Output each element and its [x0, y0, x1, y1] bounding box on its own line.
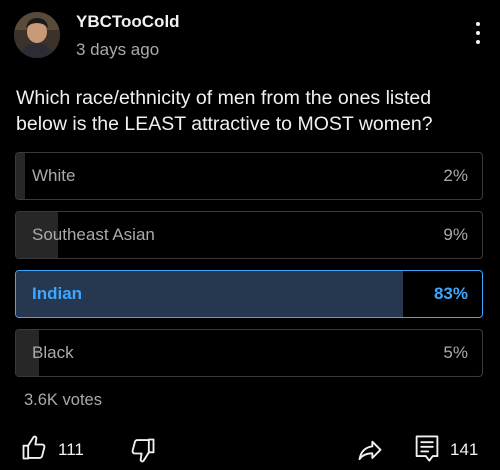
poll-option-white[interactable]: White 2%	[15, 152, 483, 200]
poll-question: Which race/ethnicity of men from the one…	[16, 87, 433, 135]
thumbs-up-icon[interactable]	[20, 434, 48, 462]
poll-option-percent: 9%	[443, 225, 468, 244]
thumbs-down-icon[interactable]	[129, 436, 157, 464]
poll-option-label: Indian	[32, 284, 83, 303]
avatar[interactable]	[14, 12, 60, 58]
vote-count: 3.6K votes	[24, 391, 102, 409]
poll-option-bar	[16, 153, 26, 199]
post-timestamp: 3 days ago	[76, 40, 160, 59]
like-count: 111	[58, 440, 84, 459]
comment-count: 141	[450, 440, 479, 459]
poll-option-label: White	[32, 166, 76, 185]
share-icon[interactable]	[356, 437, 384, 465]
post-author[interactable]: YBCTooCold	[76, 12, 180, 32]
poll-option-southeast-asian[interactable]: Southeast Asian 9%	[15, 211, 483, 259]
poll-option-label: Southeast Asian	[32, 225, 155, 244]
comment-icon[interactable]	[413, 433, 441, 463]
more-vert-icon[interactable]	[470, 18, 486, 48]
post-header: YBCTooCold 3 days ago	[14, 10, 486, 60]
poll-option-label: Black	[32, 343, 74, 362]
poll-option-percent: 5%	[443, 343, 468, 362]
poll-option-indian[interactable]: Indian 83%	[15, 270, 483, 318]
poll-option-percent: 2%	[443, 166, 468, 185]
poll-option-percent: 83%	[433, 284, 468, 303]
poll-option-black[interactable]: Black 5%	[15, 329, 483, 377]
